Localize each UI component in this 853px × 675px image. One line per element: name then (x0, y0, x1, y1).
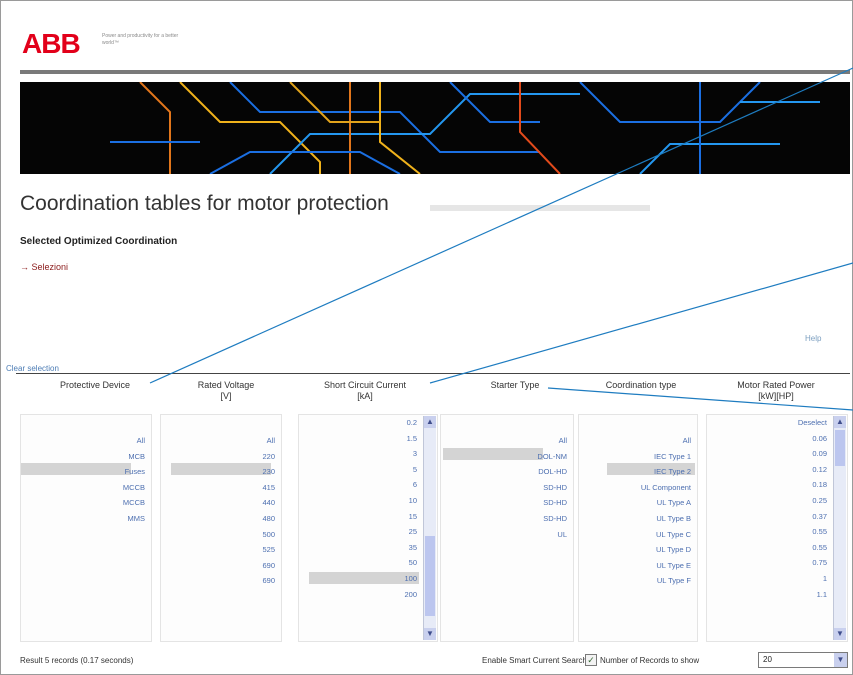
callout-line (429, 262, 853, 384)
callout-lines (149, 67, 853, 411)
callout-line (547, 387, 853, 411)
callout-line (149, 67, 853, 384)
